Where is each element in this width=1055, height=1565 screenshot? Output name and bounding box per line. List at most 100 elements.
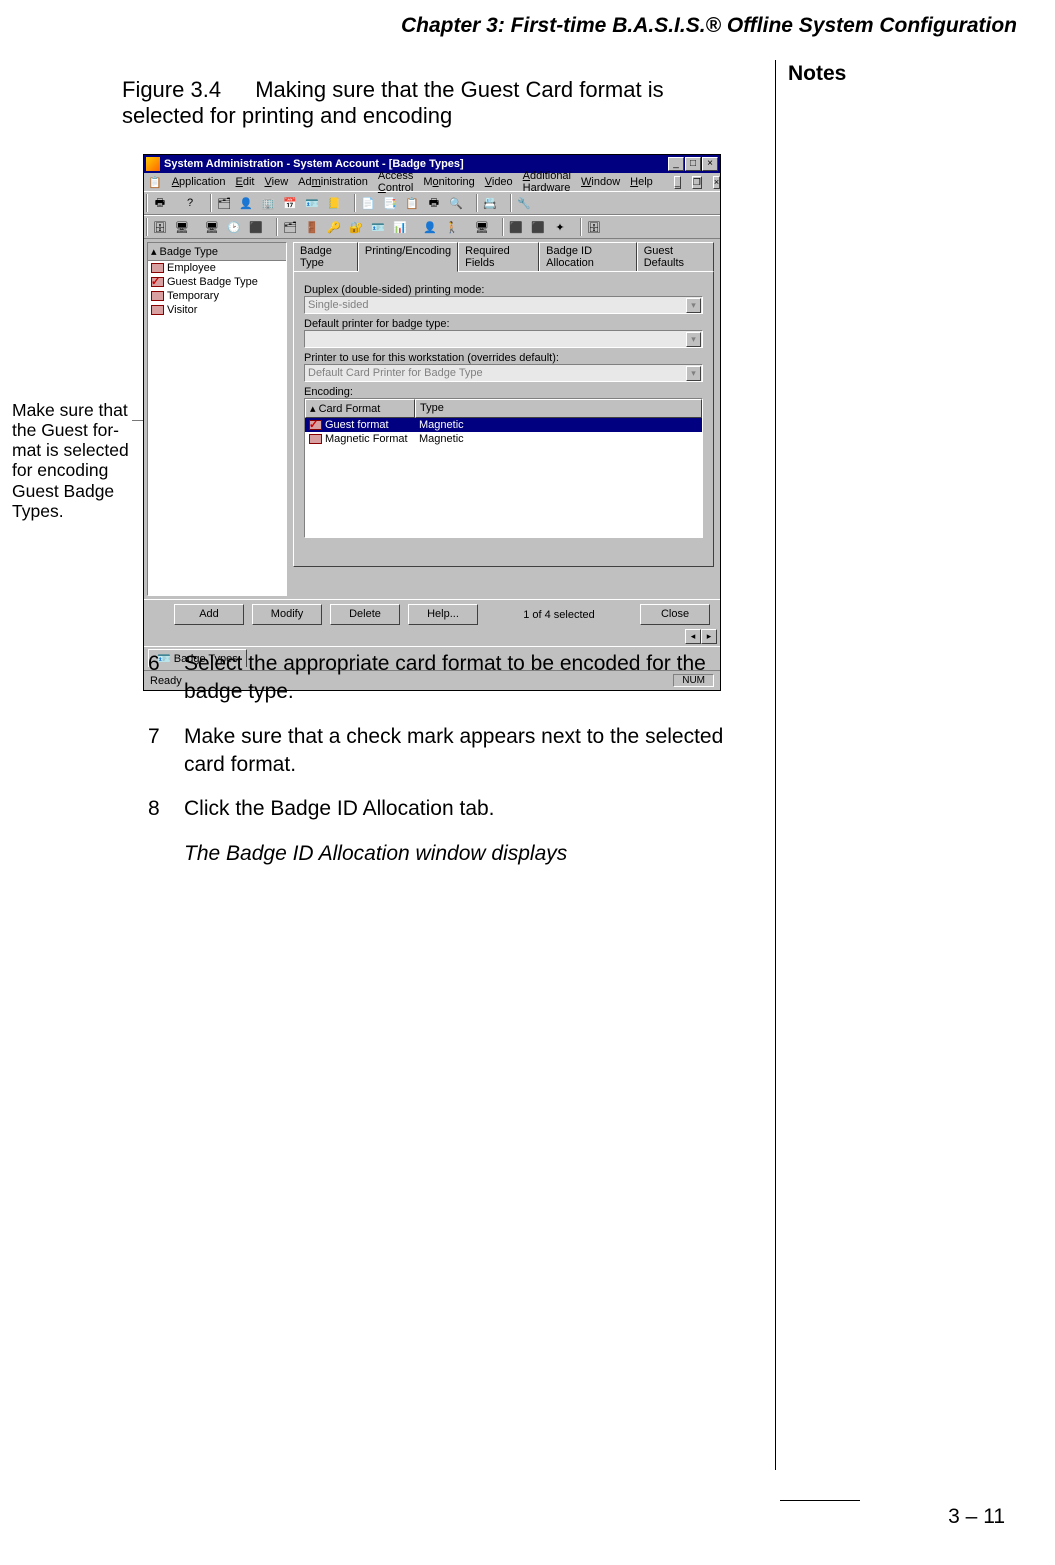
step-6: 6 Select the appropriate card format to … <box>148 650 748 707</box>
toolbar-icon[interactable]: 🖶 <box>424 193 444 213</box>
toolbar-icon[interactable]: 🚶 <box>442 217 462 237</box>
toolbar-icon[interactable]: ✦ <box>550 217 570 237</box>
menu-edit[interactable]: Edit <box>236 176 255 188</box>
toolbar-icon[interactable]: ⬛ <box>506 217 526 237</box>
tab-guest-defaults[interactable]: Guest Defaults <box>637 242 714 271</box>
toolbar-icon[interactable]: 🖥 <box>202 217 222 237</box>
margin-callout: Make sure that the Guest for-mat is sele… <box>12 400 132 521</box>
tab-badge-id-allocation[interactable]: Badge ID Allocation <box>539 242 637 271</box>
list-item[interactable]: Guest Badge Type <box>148 275 286 289</box>
window-body: ▴ Badge Type Employee Guest Badge Type T… <box>144 239 720 599</box>
encoding-header-type[interactable]: Type <box>415 399 702 418</box>
printer-override-select[interactable]: Default Card Printer for Badge Type ▾ <box>304 364 703 382</box>
toolbar-icon[interactable]: 📅 <box>280 193 300 213</box>
encoding-row[interactable]: Magnetic Format Magnetic <box>305 432 702 446</box>
dropdown-arrow-icon[interactable]: ▾ <box>686 332 701 347</box>
action-button-bar: Add Modify Delete Help... 1 of 4 selecte… <box>144 599 720 629</box>
toolbar-grip <box>580 218 582 236</box>
toolbar-icon[interactable]: 🖥 <box>172 217 192 237</box>
toolbar-icon[interactable]: ⬛ <box>528 217 548 237</box>
toolbar-icon[interactable]: ⬛ <box>246 217 266 237</box>
card-icon <box>309 434 322 444</box>
menu-additional-hardware[interactable]: Additional Hardware <box>523 170 571 194</box>
toolbar-grip <box>210 194 212 212</box>
toolbar-icon[interactable]: 🗂 <box>214 193 234 213</box>
toolbar-icon[interactable]: 🗂 <box>280 217 300 237</box>
menu-video[interactable]: Video <box>485 176 513 188</box>
scroll-right-button[interactable]: ▸ <box>701 629 717 644</box>
tab-printing-encoding[interactable]: Printing/Encoding <box>358 242 458 272</box>
toolbar-icon[interactable]: 🔍 <box>446 193 466 213</box>
toolbar-icon[interactable]: 📑 <box>380 193 400 213</box>
mdi-close-button[interactable]: × <box>713 176 720 189</box>
list-header[interactable]: ▴ Badge Type <box>148 243 286 261</box>
menu-access-control[interactable]: Access Control <box>378 170 413 194</box>
add-button[interactable]: Add <box>174 604 244 625</box>
toolbar-icon[interactable]: 📊 <box>390 217 410 237</box>
modify-button[interactable]: Modify <box>252 604 322 625</box>
close-button[interactable]: × <box>702 157 718 171</box>
toolbar-icon[interactable]: 📇 <box>480 193 500 213</box>
list-item[interactable]: Visitor <box>148 303 286 317</box>
toolbar-icon[interactable]: 🕑 <box>224 217 244 237</box>
page-number: 3 – 11 <box>948 1505 1005 1529</box>
toolbar-icon[interactable]: 👤 <box>236 193 256 213</box>
toolbar-icon[interactable]: 🗄 <box>150 217 170 237</box>
scroll-left-button[interactable]: ◂ <box>685 629 701 644</box>
toolbar-icon[interactable]: 👤 <box>420 217 440 237</box>
toolbar-icon[interactable]: 📋 <box>402 193 422 213</box>
toolbar-help-icon[interactable]: ? <box>180 193 200 213</box>
duplex-select[interactable]: Single-sided ▾ <box>304 296 703 314</box>
toolbar-icon[interactable]: 🚪 <box>302 217 322 237</box>
list-item-label: Temporary <box>167 290 219 302</box>
menu-view[interactable]: View <box>265 176 289 188</box>
duplex-value: Single-sided <box>308 299 369 311</box>
printer-select[interactable]: ▾ <box>304 330 703 348</box>
help-button[interactable]: Help... <box>408 604 478 625</box>
toolbar-icon[interactable]: 🔑 <box>324 217 344 237</box>
badge-icon <box>151 291 164 301</box>
toolbar-icon[interactable]: 🏢 <box>258 193 278 213</box>
tab-bar: Badge Type Printing/Encoding Required Fi… <box>293 242 714 271</box>
step-text: Click the Badge ID Allocation tab. <box>184 795 495 823</box>
toolbar-icon[interactable]: 📒 <box>324 193 344 213</box>
tab-required-fields[interactable]: Required Fields <box>458 242 539 271</box>
dropdown-arrow-icon[interactable]: ▾ <box>686 366 701 381</box>
mdi-restore-button[interactable]: ❐ <box>692 176 702 189</box>
step-text: Select the appropriate card format to be… <box>184 650 748 707</box>
list-item[interactable]: Employee <box>148 261 286 275</box>
toolbar-icon[interactable]: 🪪 <box>368 217 388 237</box>
toolbar-icon[interactable]: 🪪 <box>302 193 322 213</box>
close-button[interactable]: Close <box>640 604 710 625</box>
toolbar-icon[interactable]: 🔧 <box>514 193 534 213</box>
menu-bar: 📋 Application Edit View Administration A… <box>144 173 720 191</box>
menu-administration[interactable]: Administration <box>298 176 368 188</box>
encoding-row-name: Guest format <box>325 419 389 431</box>
toolbar-icon[interactable]: 🖥 <box>472 217 492 237</box>
mdi-minimize-button[interactable]: _ <box>674 176 681 189</box>
printer-override-value: Default Card Printer for Badge Type <box>308 367 483 379</box>
maximize-button[interactable]: □ <box>685 157 701 171</box>
menu-window[interactable]: Window <box>581 176 620 188</box>
delete-button[interactable]: Delete <box>330 604 400 625</box>
encoding-header-card-format[interactable]: ▴ Card Format <box>305 399 415 418</box>
encoding-list[interactable]: ▴ Card Format Type Guest format Magnetic… <box>304 398 703 538</box>
menu-help[interactable]: Help <box>630 176 653 188</box>
tab-badge-type[interactable]: Badge Type <box>293 242 358 271</box>
app-menu-icon[interactable]: 📋 <box>148 176 162 189</box>
list-item[interactable]: Temporary <box>148 289 286 303</box>
badge-type-list[interactable]: ▴ Badge Type Employee Guest Badge Type T… <box>147 242 287 596</box>
list-item-label: Guest Badge Type <box>167 276 258 288</box>
toolbar-grip <box>476 194 478 212</box>
menu-monitoring[interactable]: Monitoring <box>423 176 474 188</box>
badge-check-icon <box>151 277 164 287</box>
toolbar-print-icon[interactable]: 🖶 <box>150 193 170 213</box>
printer-label: Default printer for badge type: <box>304 318 703 330</box>
toolbar-icon[interactable]: 🗄 <box>584 217 604 237</box>
encoding-row[interactable]: Guest format Magnetic <box>305 418 702 432</box>
menu-application[interactable]: Application <box>172 176 226 188</box>
toolbar-icon[interactable]: 📄 <box>358 193 378 213</box>
dropdown-arrow-icon[interactable]: ▾ <box>686 298 701 313</box>
minimize-button[interactable]: _ <box>668 157 684 171</box>
toolbar-icon[interactable]: 🔐 <box>346 217 366 237</box>
